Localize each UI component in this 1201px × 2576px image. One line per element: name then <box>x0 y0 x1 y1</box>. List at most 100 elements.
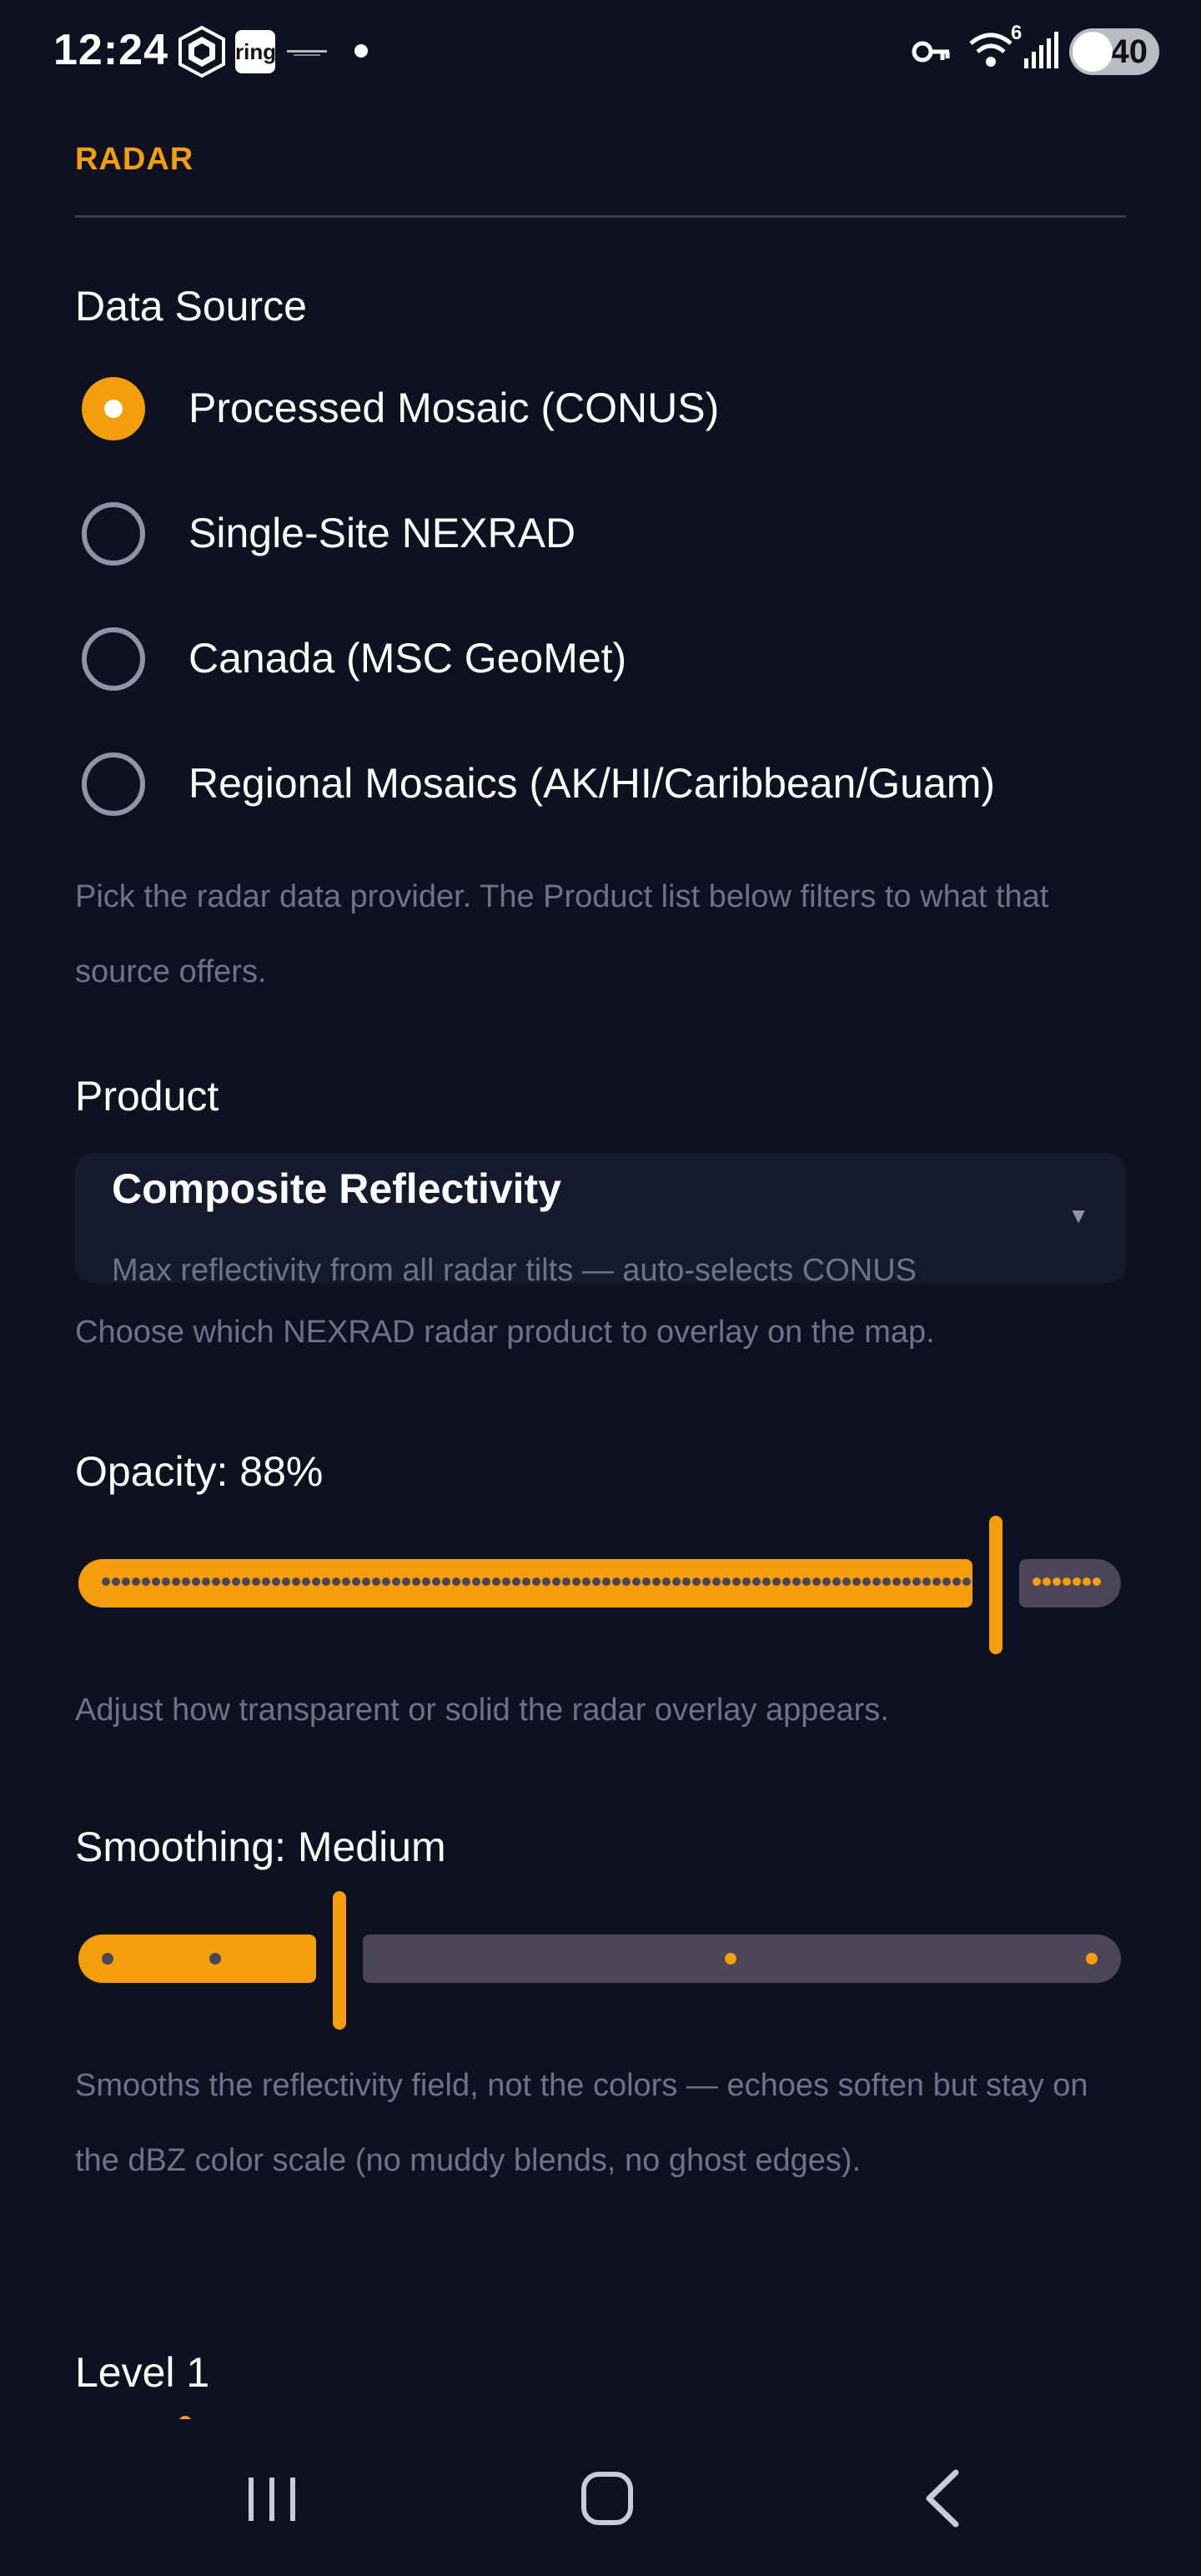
opacity-tick <box>672 1577 681 1586</box>
opacity-tick <box>632 1577 641 1586</box>
crypto-com-icon <box>178 25 225 78</box>
smoothing-track-fill[interactable] <box>78 1935 316 1983</box>
opacity-slider[interactable] <box>78 1514 1121 1656</box>
key-icon <box>912 41 950 63</box>
opacity-tick <box>112 1577 120 1586</box>
smoothing-step-tick <box>102 1953 113 1965</box>
opacity-tick <box>842 1577 851 1586</box>
opacity-tick <box>402 1577 410 1586</box>
opacity-help: Adjust how transparent or solid the rada… <box>75 1693 889 1728</box>
radio-unselected-icon[interactable] <box>82 752 145 816</box>
opacity-tick <box>742 1577 751 1586</box>
back-icon[interactable] <box>892 2461 992 2536</box>
opacity-tick <box>902 1577 911 1586</box>
dot-icon <box>354 44 368 58</box>
opacity-tick <box>1073 1577 1081 1586</box>
smoothing-label: Smoothing: Medium <box>75 1824 446 1870</box>
navigation-bar <box>0 2419 1201 2576</box>
opacity-tick <box>302 1577 310 1586</box>
opacity-tick <box>692 1577 701 1586</box>
opacity-tick <box>802 1577 811 1586</box>
signal-icon <box>1024 32 1058 68</box>
opacity-tick <box>472 1577 480 1586</box>
opacity-tick <box>202 1577 210 1586</box>
product-dropdown[interactable]: Composite Reflectivity Max reflectivity … <box>75 1153 1126 1283</box>
opacity-tick <box>292 1577 300 1586</box>
opacity-tick <box>422 1577 430 1586</box>
opacity-tick <box>702 1577 711 1586</box>
opacity-tick <box>782 1577 791 1586</box>
opacity-tick <box>182 1577 190 1586</box>
opacity-tick <box>592 1577 600 1586</box>
opacity-tick <box>832 1577 841 1586</box>
opacity-tick <box>772 1577 781 1586</box>
opacity-tick <box>212 1577 220 1586</box>
opacity-tick <box>142 1577 150 1586</box>
opacity-tick <box>262 1577 270 1586</box>
opacity-tick <box>962 1577 971 1586</box>
smoothing-track-rest[interactable] <box>363 1935 1121 1983</box>
radio-option-single-site[interactable]: Single-Site NEXRAD <box>75 484 1126 584</box>
opacity-tick <box>732 1577 741 1586</box>
opacity-tick <box>942 1577 951 1586</box>
opacity-tick <box>242 1577 250 1586</box>
opacity-tick <box>322 1577 330 1586</box>
opacity-tick <box>822 1577 831 1586</box>
data-source-help: Pick the radar data provider. The Produc… <box>75 879 1049 989</box>
radio-option-processed-mosaic[interactable]: Processed Mosaic (CONUS) <box>75 359 1126 459</box>
radio-unselected-icon[interactable] <box>82 502 145 566</box>
section-title: RADAR <box>75 142 194 177</box>
opacity-tick <box>362 1577 370 1586</box>
opacity-tick <box>792 1577 801 1586</box>
radio-label: Single-Site NEXRAD <box>188 510 576 556</box>
home-icon[interactable] <box>557 2461 657 2536</box>
settings-screen: 12:24 ring 6 40 RADAR Data Source Proces… <box>0 0 1201 2576</box>
radio-unselected-icon[interactable] <box>82 627 145 691</box>
opacity-tick <box>382 1577 390 1586</box>
opacity-tick <box>1063 1577 1071 1586</box>
smoothing-step-tick <box>725 1953 736 1965</box>
radio-selected-icon[interactable] <box>82 377 145 440</box>
opacity-tick <box>652 1577 661 1586</box>
status-time: 12:24 <box>53 26 168 74</box>
smoothing-slider-thumb[interactable] <box>333 1891 346 2030</box>
opacity-tick <box>452 1577 460 1586</box>
radio-option-regional-mosaics[interactable]: Regional Mosaics (AK/HI/Caribbean/Guam) <box>75 734 1126 834</box>
product-selected-title: Composite Reflectivity <box>112 1165 562 1212</box>
opacity-tick <box>432 1577 440 1586</box>
product-label: Product <box>75 1073 219 1119</box>
data-source-label: Data Source <box>75 283 307 330</box>
opacity-tick <box>812 1577 821 1586</box>
opacity-tick <box>602 1577 611 1586</box>
smoothing-slider[interactable] <box>78 1889 1121 2031</box>
opacity-tick <box>492 1577 500 1586</box>
opacity-tick <box>152 1577 160 1586</box>
ring-icon: ring <box>235 30 276 73</box>
opacity-tick <box>542 1577 550 1586</box>
opacity-tick <box>282 1577 290 1586</box>
battery-indicator: 40 <box>1069 28 1159 75</box>
opacity-tick <box>232 1577 240 1586</box>
opacity-tick <box>852 1577 861 1586</box>
opacity-tick <box>572 1577 580 1586</box>
section-divider <box>75 215 1126 218</box>
opacity-tick <box>932 1577 941 1586</box>
opacity-tick <box>952 1577 961 1586</box>
status-bar: 12:24 ring 6 40 <box>0 0 1201 108</box>
opacity-tick <box>1053 1577 1061 1586</box>
opacity-tick <box>352 1577 360 1586</box>
dropdown-arrow-icon[interactable]: ▼ <box>1068 1203 1089 1229</box>
opacity-tick <box>1083 1577 1091 1586</box>
opacity-tick <box>1033 1577 1041 1586</box>
recent-apps-icon[interactable] <box>222 2461 322 2536</box>
radio-label: Processed Mosaic (CONUS) <box>188 385 720 431</box>
smoothing-step-tick <box>209 1953 221 1965</box>
opacity-tick <box>622 1577 631 1586</box>
app-logo-icon <box>287 50 327 56</box>
radio-option-canada[interactable]: Canada (MSC GeoMet) <box>75 609 1126 709</box>
opacity-tick <box>1043 1577 1051 1586</box>
opacity-slider-thumb[interactable] <box>989 1516 1003 1654</box>
opacity-tick <box>512 1577 520 1586</box>
opacity-tick <box>862 1577 871 1586</box>
opacity-tick <box>552 1577 560 1586</box>
